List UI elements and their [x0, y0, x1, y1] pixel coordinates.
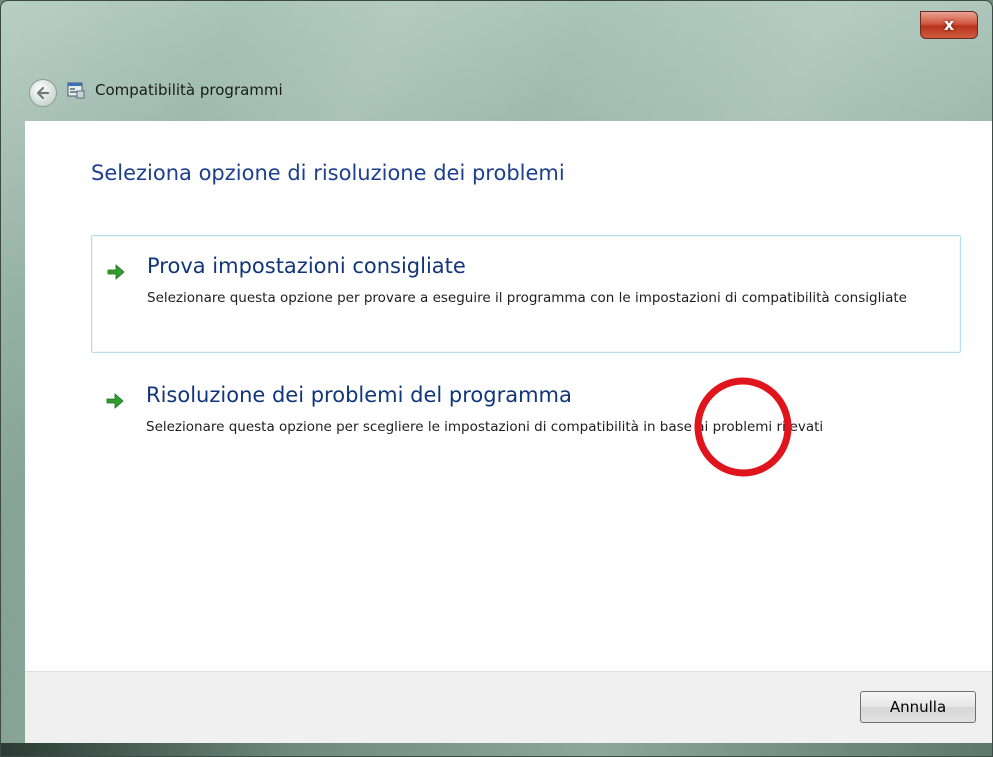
- program-compatibility-icon: [67, 82, 85, 99]
- option-try-recommended-settings[interactable]: Prova impostazioni consigliate Seleziona…: [91, 235, 961, 353]
- option-troubleshoot-program[interactable]: Risoluzione dei problemi del programma S…: [91, 365, 961, 475]
- window-title: Compatibilità programmi: [95, 81, 283, 99]
- green-arrow-icon: [106, 393, 124, 409]
- option-title: Prova impostazioni consigliate: [147, 254, 466, 278]
- window-bottom-frame: [1, 743, 992, 756]
- back-arrow-icon: [36, 86, 50, 100]
- close-button[interactable]: x: [920, 11, 978, 39]
- cancel-button[interactable]: Annulla: [860, 691, 976, 723]
- close-icon: x: [943, 15, 955, 34]
- dialog-window: x Compatibilità programmi Seleziona opzi…: [0, 0, 993, 757]
- option-description: Selezionare questa opzione per provare a…: [147, 290, 907, 306]
- back-button[interactable]: [29, 79, 57, 107]
- title-bar: x Compatibilità programmi: [1, 1, 992, 121]
- option-title: Risoluzione dei problemi del programma: [146, 383, 572, 407]
- page-heading: Seleziona opzione di risoluzione dei pro…: [91, 161, 565, 185]
- green-arrow-icon: [107, 264, 125, 280]
- content-panel: Seleziona opzione di risoluzione dei pro…: [25, 121, 992, 671]
- option-description: Selezionare questa opzione per scegliere…: [146, 419, 824, 435]
